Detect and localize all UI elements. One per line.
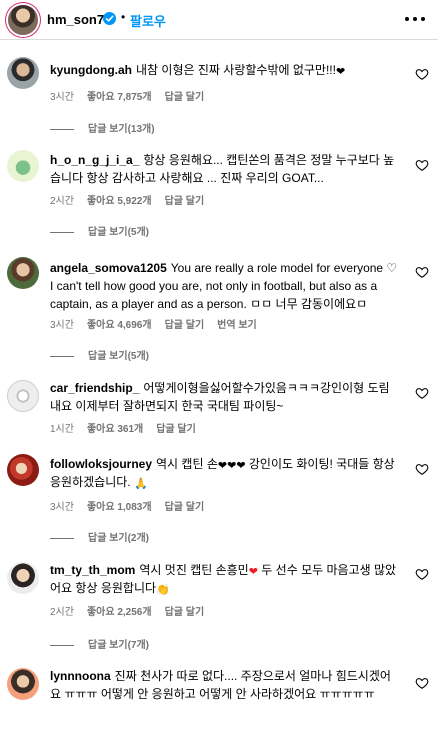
comment-meta: 3시간 좋아요 4,696개 답글 달기 번역 보기 bbox=[50, 316, 270, 331]
like-heart-icon[interactable] bbox=[415, 462, 429, 476]
comment-likes[interactable]: 좋아요 5,922개 bbox=[87, 196, 152, 207]
comment-avatar[interactable] bbox=[7, 257, 39, 289]
view-replies-button[interactable]: 답글 보기(7개) bbox=[50, 636, 149, 651]
view-replies-button[interactable]: 답글 보기(13개) bbox=[50, 120, 155, 135]
replies-divider bbox=[50, 128, 74, 130]
view-replies-label: 답글 보기(2개) bbox=[88, 533, 149, 544]
more-options-icon[interactable] bbox=[404, 10, 426, 28]
comment-username[interactable]: car_friendship_ bbox=[50, 381, 139, 395]
red-heart-emoji: ❤ bbox=[248, 566, 258, 578]
comment-username[interactable]: kyungdong.ah bbox=[50, 63, 132, 77]
post-header: hm_son7 • 팔로우 bbox=[0, 0, 438, 40]
comment-content: 내참 이형은 진짜 사랑할수밖에 없구만!!! bbox=[136, 63, 336, 77]
comment-text: tm_ty_th_mom 역시 멋진 캡틴 손흥민❤ 두 선수 모두 마음고생 많… bbox=[50, 561, 400, 597]
view-replies-button[interactable]: 답글 보기(2개) bbox=[50, 529, 149, 544]
comment-username[interactable]: lynnnoona bbox=[50, 669, 111, 683]
comment-content: 역시 캡틴 손 bbox=[156, 457, 218, 471]
comment-username[interactable]: followloksjourney bbox=[50, 457, 152, 471]
comment-meta: 3시간 좋아요 7,875개 답글 달기 bbox=[50, 88, 217, 103]
comment-time: 3시간 bbox=[50, 320, 74, 331]
clapping-hands-emoji: 👏 bbox=[156, 584, 170, 596]
black-hearts-emoji: ❤❤❤ bbox=[217, 460, 246, 472]
black-heart-emoji: ❤ bbox=[335, 66, 346, 78]
comment-username[interactable]: angela_somova1205 bbox=[50, 261, 167, 275]
reply-button[interactable]: 답글 달기 bbox=[165, 92, 205, 103]
like-heart-icon[interactable] bbox=[415, 67, 429, 81]
comment-time: 2시간 bbox=[50, 196, 74, 207]
view-replies-label: 답글 보기(7개) bbox=[88, 640, 149, 651]
translate-button[interactable]: 번역 보기 bbox=[217, 320, 257, 331]
comment-content: 역시 멋진 캡틴 손흥민 bbox=[139, 563, 249, 577]
like-heart-icon[interactable] bbox=[415, 158, 429, 172]
verified-badge-icon bbox=[103, 12, 116, 25]
comment-meta: 3시간 좋아요 1,083개 답글 달기 bbox=[50, 498, 217, 513]
comment-avatar[interactable] bbox=[7, 668, 39, 700]
comment-text: followloksjourney 역시 캡틴 손❤❤❤ 강인이도 화이팅! 국대… bbox=[50, 455, 400, 491]
comment-text: angela_somova1205 You are really a role m… bbox=[50, 259, 400, 313]
comment-meta: 2시간 좋아요 2,256개 답글 달기 bbox=[50, 603, 217, 618]
comment-time: 3시간 bbox=[50, 92, 74, 103]
comment-avatar[interactable] bbox=[7, 454, 39, 486]
comment-meta: 2시간 좋아요 5,922개 답글 달기 bbox=[50, 192, 217, 207]
comment-likes[interactable]: 좋아요 361개 bbox=[87, 424, 143, 435]
view-replies-button[interactable]: 답글 보기(5개) bbox=[50, 347, 149, 362]
comment-likes[interactable]: 좋아요 1,083개 bbox=[87, 502, 152, 513]
replies-divider bbox=[50, 355, 74, 357]
view-replies-button[interactable]: 답글 보기(5개) bbox=[50, 223, 149, 238]
praying-hands-emoji: 🙏 bbox=[133, 478, 148, 490]
comment-username[interactable]: h_o_n_g_j_i_a_ bbox=[50, 153, 139, 167]
comment-username[interactable]: tm_ty_th_mom bbox=[50, 563, 135, 577]
reply-button[interactable]: 답글 달기 bbox=[165, 607, 205, 618]
like-heart-icon[interactable] bbox=[415, 567, 429, 581]
comment-text: car_friendship_ 어떻게이형을싫어할수가있음ㅋㅋㅋ강인이형 도림내요… bbox=[50, 379, 400, 415]
comment-time: 3시간 bbox=[50, 502, 74, 513]
comment-text: h_o_n_g_j_i_a_ 항상 응원해요... 캡틴쏜의 품격은 정말 누구보… bbox=[50, 151, 400, 187]
comment-text: kyungdong.ah 내참 이형은 진짜 사랑할수밖에 없구만!!!❤ bbox=[50, 61, 400, 79]
comment-avatar[interactable] bbox=[7, 380, 39, 412]
comment-time: 2시간 bbox=[50, 607, 74, 618]
comment-time: 1시간 bbox=[50, 424, 74, 435]
comment-meta: 1시간 좋아요 361개 답글 달기 bbox=[50, 420, 209, 435]
view-replies-label: 답글 보기(5개) bbox=[88, 351, 149, 362]
profile-avatar[interactable] bbox=[8, 5, 38, 35]
reply-button[interactable]: 답글 달기 bbox=[165, 502, 205, 513]
comment-likes[interactable]: 좋아요 7,875개 bbox=[87, 92, 152, 103]
view-replies-label: 답글 보기(13개) bbox=[88, 124, 155, 135]
reply-button[interactable]: 답글 달기 bbox=[156, 424, 196, 435]
comment-text: lynnnoona 진짜 천사가 따로 없다.... 주장으로서 얼마나 힘드시겠… bbox=[50, 667, 400, 703]
comment-likes[interactable]: 좋아요 2,256개 bbox=[87, 607, 152, 618]
reply-button[interactable]: 답글 달기 bbox=[165, 320, 205, 331]
separator-dot: • bbox=[121, 10, 126, 24]
comment-avatar[interactable] bbox=[7, 57, 39, 89]
like-heart-icon[interactable] bbox=[415, 265, 429, 279]
replies-divider bbox=[50, 231, 74, 233]
header-username[interactable]: hm_son7 bbox=[47, 12, 104, 27]
comment-likes[interactable]: 좋아요 4,696개 bbox=[87, 320, 152, 331]
replies-divider bbox=[50, 644, 74, 646]
view-replies-label: 답글 보기(5개) bbox=[88, 227, 149, 238]
comment-avatar[interactable] bbox=[7, 562, 39, 594]
like-heart-icon[interactable] bbox=[415, 676, 429, 690]
replies-divider bbox=[50, 537, 74, 539]
like-heart-icon[interactable] bbox=[415, 386, 429, 400]
comment-avatar[interactable] bbox=[7, 150, 39, 182]
reply-button[interactable]: 답글 달기 bbox=[165, 196, 205, 207]
follow-button[interactable]: 팔로우 bbox=[130, 11, 166, 30]
